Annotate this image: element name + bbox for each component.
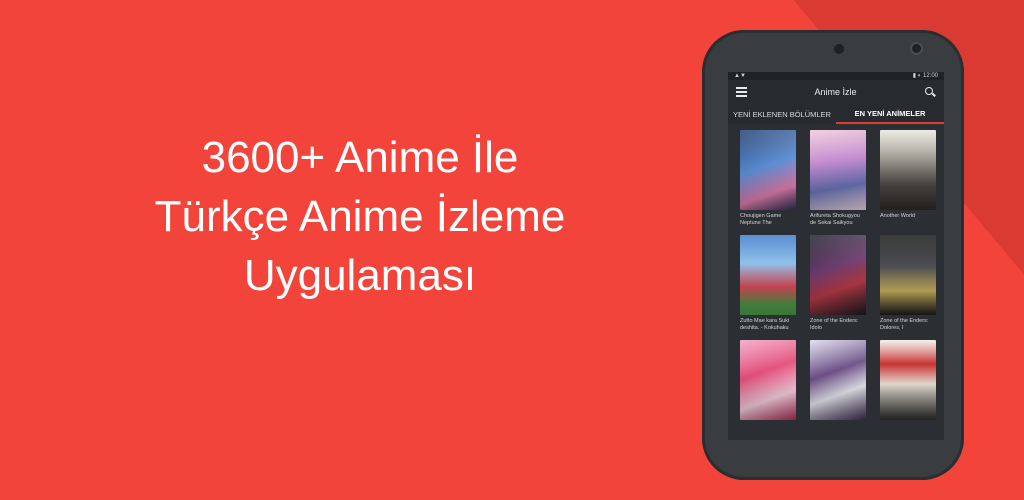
tab-newest-anime[interactable]: EN YENİ ANİMELER bbox=[836, 104, 944, 124]
headline-line-2: Türkçe Anime İzleme bbox=[154, 192, 566, 241]
status-signal: ▲▼ bbox=[734, 73, 746, 79]
headline-line-1: 3600+ Anime İle bbox=[201, 133, 519, 182]
app-title: Anime İzle bbox=[814, 87, 857, 97]
phone-mockup: ▲▼ ▮ ◐ 12:00 Anime İzle YENİ EKLENEN BÖL… bbox=[702, 30, 964, 480]
anime-poster[interactable] bbox=[810, 340, 866, 420]
anime-title: Zone of the Enders: Idolo bbox=[810, 318, 859, 331]
tab-bar: YENİ EKLENEN BÖLÜMLER EN YENİ ANİMELER bbox=[728, 104, 944, 124]
anime-title bbox=[737, 423, 799, 437]
anime-title: Zutto Mae kara Suki deshita. - Kokuhaku bbox=[740, 318, 790, 331]
anime-poster[interactable] bbox=[740, 235, 796, 315]
anime-title: Choujigen Game Neptune The bbox=[740, 213, 782, 226]
anime-poster[interactable] bbox=[880, 235, 936, 315]
anime-card[interactable]: Zone of the Enders: Idolo bbox=[807, 235, 869, 332]
phone-screen: ▲▼ ▮ ◐ 12:00 Anime İzle YENİ EKLENEN BÖL… bbox=[728, 72, 944, 440]
headline-line-3: Uygulaması bbox=[243, 251, 477, 300]
anime-poster[interactable] bbox=[810, 235, 866, 315]
anime-card[interactable]: Arifureta Shokugyou de Sekai Saikyou bbox=[807, 130, 869, 227]
anime-grid: Choujigen Game Neptune The Arifureta Sho… bbox=[728, 124, 944, 437]
status-clock: ▮ ◐ 12:00 bbox=[912, 73, 938, 79]
anime-card[interactable]: Another World bbox=[877, 130, 939, 227]
hamburger-icon[interactable] bbox=[736, 87, 747, 97]
search-icon[interactable] bbox=[924, 86, 936, 98]
anime-card[interactable] bbox=[807, 340, 869, 437]
promo-headline: 3600+ Anime İle Türkçe Anime İzleme Uygu… bbox=[60, 128, 660, 305]
anime-card[interactable]: Zone of the Enders: Dolores, I bbox=[877, 235, 939, 332]
phone-speaker bbox=[834, 44, 844, 54]
anime-poster[interactable] bbox=[880, 130, 936, 210]
anime-card[interactable] bbox=[877, 340, 939, 437]
anime-poster[interactable] bbox=[810, 130, 866, 210]
tab-new-episodes[interactable]: YENİ EKLENEN BÖLÜMLER bbox=[728, 104, 836, 124]
anime-poster[interactable] bbox=[740, 340, 796, 420]
anime-poster[interactable] bbox=[880, 340, 936, 420]
anime-card[interactable]: Choujigen Game Neptune The bbox=[737, 130, 799, 227]
anime-card[interactable] bbox=[737, 340, 799, 437]
anime-title bbox=[807, 423, 869, 437]
anime-title: Arifureta Shokugyou de Sekai Saikyou bbox=[810, 213, 860, 226]
anime-title bbox=[877, 423, 939, 437]
anime-title: Another World bbox=[880, 213, 916, 219]
app-bar: Anime İzle bbox=[728, 80, 944, 104]
phone-camera bbox=[912, 44, 921, 53]
status-bar: ▲▼ ▮ ◐ 12:00 bbox=[728, 72, 944, 80]
anime-card[interactable]: Zutto Mae kara Suki deshita. - Kokuhaku bbox=[737, 235, 799, 332]
anime-poster[interactable] bbox=[740, 130, 796, 210]
anime-title: Zone of the Enders: Dolores, I bbox=[880, 318, 929, 331]
